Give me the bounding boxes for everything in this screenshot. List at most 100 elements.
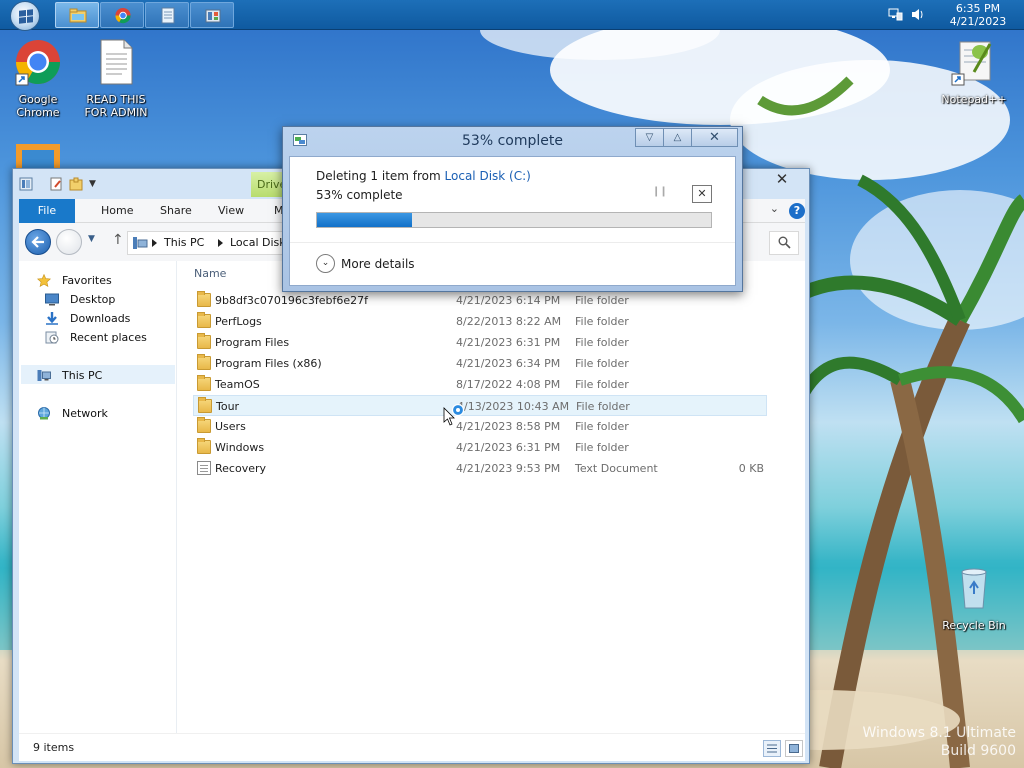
back-button[interactable]	[25, 229, 51, 255]
file-date: 4/21/2023 6:34 PM	[456, 357, 561, 370]
desktop-icon-label: Recycle Bin	[942, 619, 1006, 632]
operation-action: Deleting 1 item from	[316, 169, 445, 183]
properties-icon[interactable]	[49, 177, 63, 191]
notepad-icon	[161, 7, 175, 24]
delete-progress-dialog: 53% complete ▽ △ ✕ Deleting 1 item from …	[282, 126, 743, 292]
file-type: File folder	[575, 420, 629, 433]
file-row[interactable]: 9b8df3c070196c3febf6e27f 4/21/2023 6:14 …	[193, 290, 767, 311]
navigation-pane: Favorites Desktop Downloads Recent place…	[19, 261, 177, 733]
desktop-icon-partial[interactable]	[14, 142, 62, 170]
recycle-bin-icon	[961, 568, 987, 609]
file-row[interactable]: Program Files 4/21/2023 6:31 PM File fol…	[193, 332, 767, 353]
recent-locations-chevron-icon[interactable]: ▼	[88, 234, 95, 244]
folder-icon	[198, 397, 212, 413]
folder-icon	[197, 333, 211, 349]
file-date: 4/13/2023 10:43 AM	[457, 400, 570, 413]
folder-icon	[197, 438, 211, 454]
large-icons-view-icon	[789, 744, 799, 753]
ribbon-expand-chevron-icon[interactable]: ⌄	[770, 202, 779, 215]
folder-icon	[197, 312, 211, 328]
item-count: 9 items	[33, 741, 75, 754]
status-bar: 9 items	[19, 733, 805, 761]
chrome-icon	[15, 40, 60, 86]
large-icons-view-button[interactable]	[785, 740, 803, 757]
file-row[interactable]: Windows 4/21/2023 6:31 PM File folder	[193, 437, 767, 458]
windows-logo-icon	[19, 9, 33, 24]
this-pc-icon	[133, 237, 148, 249]
file-row[interactable]: Recovery 4/21/2023 9:53 PM Text Document…	[193, 458, 767, 479]
taskbar: 6:35 PM 4/21/2023	[0, 0, 1024, 31]
file-type: Text Document	[575, 462, 658, 475]
system-tray: 6:35 PM 4/21/2023	[884, 0, 1024, 30]
details-view-button[interactable]	[763, 740, 781, 757]
taskbar-control-panel[interactable]	[190, 2, 234, 28]
explorer-app-icon[interactable]	[19, 177, 33, 191]
desktop-icon-recycle-bin[interactable]: Recycle Bin	[934, 564, 1014, 632]
close-button[interactable]: ✕	[691, 128, 738, 147]
customize-toolbar-chevron-icon[interactable]: ▼	[89, 179, 96, 189]
desktop-icon-read-this-for-admin[interactable]: READ THIS FOR ADMIN	[76, 38, 156, 119]
file-row[interactable]: TeamOS 8/17/2022 4:08 PM File folder	[193, 374, 767, 395]
tab-view[interactable]: View	[206, 199, 256, 223]
windows-watermark: Windows 8.1 Ultimate Build 9600	[816, 724, 1017, 760]
pause-button[interactable]: ❙❙	[652, 186, 668, 197]
tab-share[interactable]: Share	[148, 199, 204, 223]
search-box[interactable]	[769, 231, 799, 255]
explorer-close-button[interactable]: ✕	[761, 170, 803, 190]
desktop-icon-label: Notepad++	[941, 93, 1007, 106]
file-type: File folder	[575, 357, 629, 370]
file-date: 4/21/2023 6:31 PM	[456, 336, 561, 349]
maximize-button[interactable]: △	[663, 128, 692, 147]
back-arrow-icon	[31, 236, 44, 248]
volume-icon[interactable]	[910, 7, 925, 22]
explorer-body: Favorites Desktop Downloads Recent place…	[19, 261, 805, 733]
chrome-icon	[115, 7, 131, 24]
column-header-name[interactable]: Name	[194, 267, 226, 280]
address-bar[interactable]: This PC Local Disk (C:)	[127, 231, 289, 255]
new-folder-icon[interactable]	[69, 177, 83, 191]
network-icon[interactable]	[888, 7, 903, 22]
more-details-label: More details	[341, 257, 415, 271]
mouse-pointer-busy-icon	[443, 403, 465, 426]
file-name: Users	[215, 420, 246, 433]
tab-file[interactable]: File	[19, 199, 75, 223]
file-type: File folder	[575, 378, 629, 391]
minimize-button[interactable]: ▽	[635, 128, 664, 147]
breadcrumb-local-disk[interactable]: Local Disk (C:)	[230, 232, 288, 254]
folder-icon	[197, 291, 211, 307]
file-row[interactable]: PerfLogs 8/22/2013 8:22 AM File folder	[193, 311, 767, 332]
file-name: Recovery	[215, 462, 267, 475]
desktop-icon-google-chrome[interactable]: Google Chrome	[0, 38, 78, 119]
file-date: 8/22/2013 8:22 AM	[456, 315, 562, 328]
desktop-icon-notepad-plus-plus[interactable]: Notepad++	[934, 38, 1014, 106]
file-explorer-icon	[69, 8, 87, 23]
taskbar-chrome[interactable]	[100, 2, 144, 28]
tab-home[interactable]: Home	[89, 199, 145, 223]
percent-complete: 53% complete	[316, 188, 403, 202]
location-link[interactable]: Local Disk (C:)	[445, 169, 531, 183]
nav-label: This PC	[62, 369, 103, 382]
breadcrumb-arrow-icon[interactable]	[152, 239, 157, 247]
help-icon[interactable]: ?	[789, 203, 805, 219]
file-row[interactable]: Users 4/21/2023 8:58 PM File folder	[193, 416, 767, 437]
file-row[interactable]: Program Files (x86) 4/21/2023 6:34 PM Fi…	[193, 353, 767, 374]
file-name: Program Files	[215, 336, 290, 349]
folder-icon	[197, 417, 211, 433]
file-name: Windows	[215, 441, 265, 454]
breadcrumb-arrow-icon[interactable]	[218, 239, 223, 247]
file-row-hovered[interactable]: Tour 4/13/2023 10:43 AM File folder	[193, 395, 767, 416]
file-name: TeamOS	[215, 378, 260, 391]
breadcrumb-this-pc[interactable]: This PC	[164, 232, 204, 254]
file-name: Tour	[216, 400, 240, 413]
taskbar-file-explorer[interactable]	[55, 2, 99, 28]
clock[interactable]: 6:35 PM 4/21/2023	[948, 2, 1008, 28]
notepad-plus-plus-icon	[951, 41, 992, 86]
start-button[interactable]	[10, 1, 40, 31]
progress-fill	[317, 213, 412, 227]
cancel-button[interactable]: ✕	[692, 185, 712, 203]
taskbar-notepad[interactable]	[145, 2, 189, 28]
file-date: 4/21/2023 9:53 PM	[456, 462, 561, 475]
forward-button[interactable]	[56, 229, 82, 255]
up-arrow-icon[interactable]: ↑	[112, 232, 124, 248]
this-pc-icon	[37, 370, 51, 381]
